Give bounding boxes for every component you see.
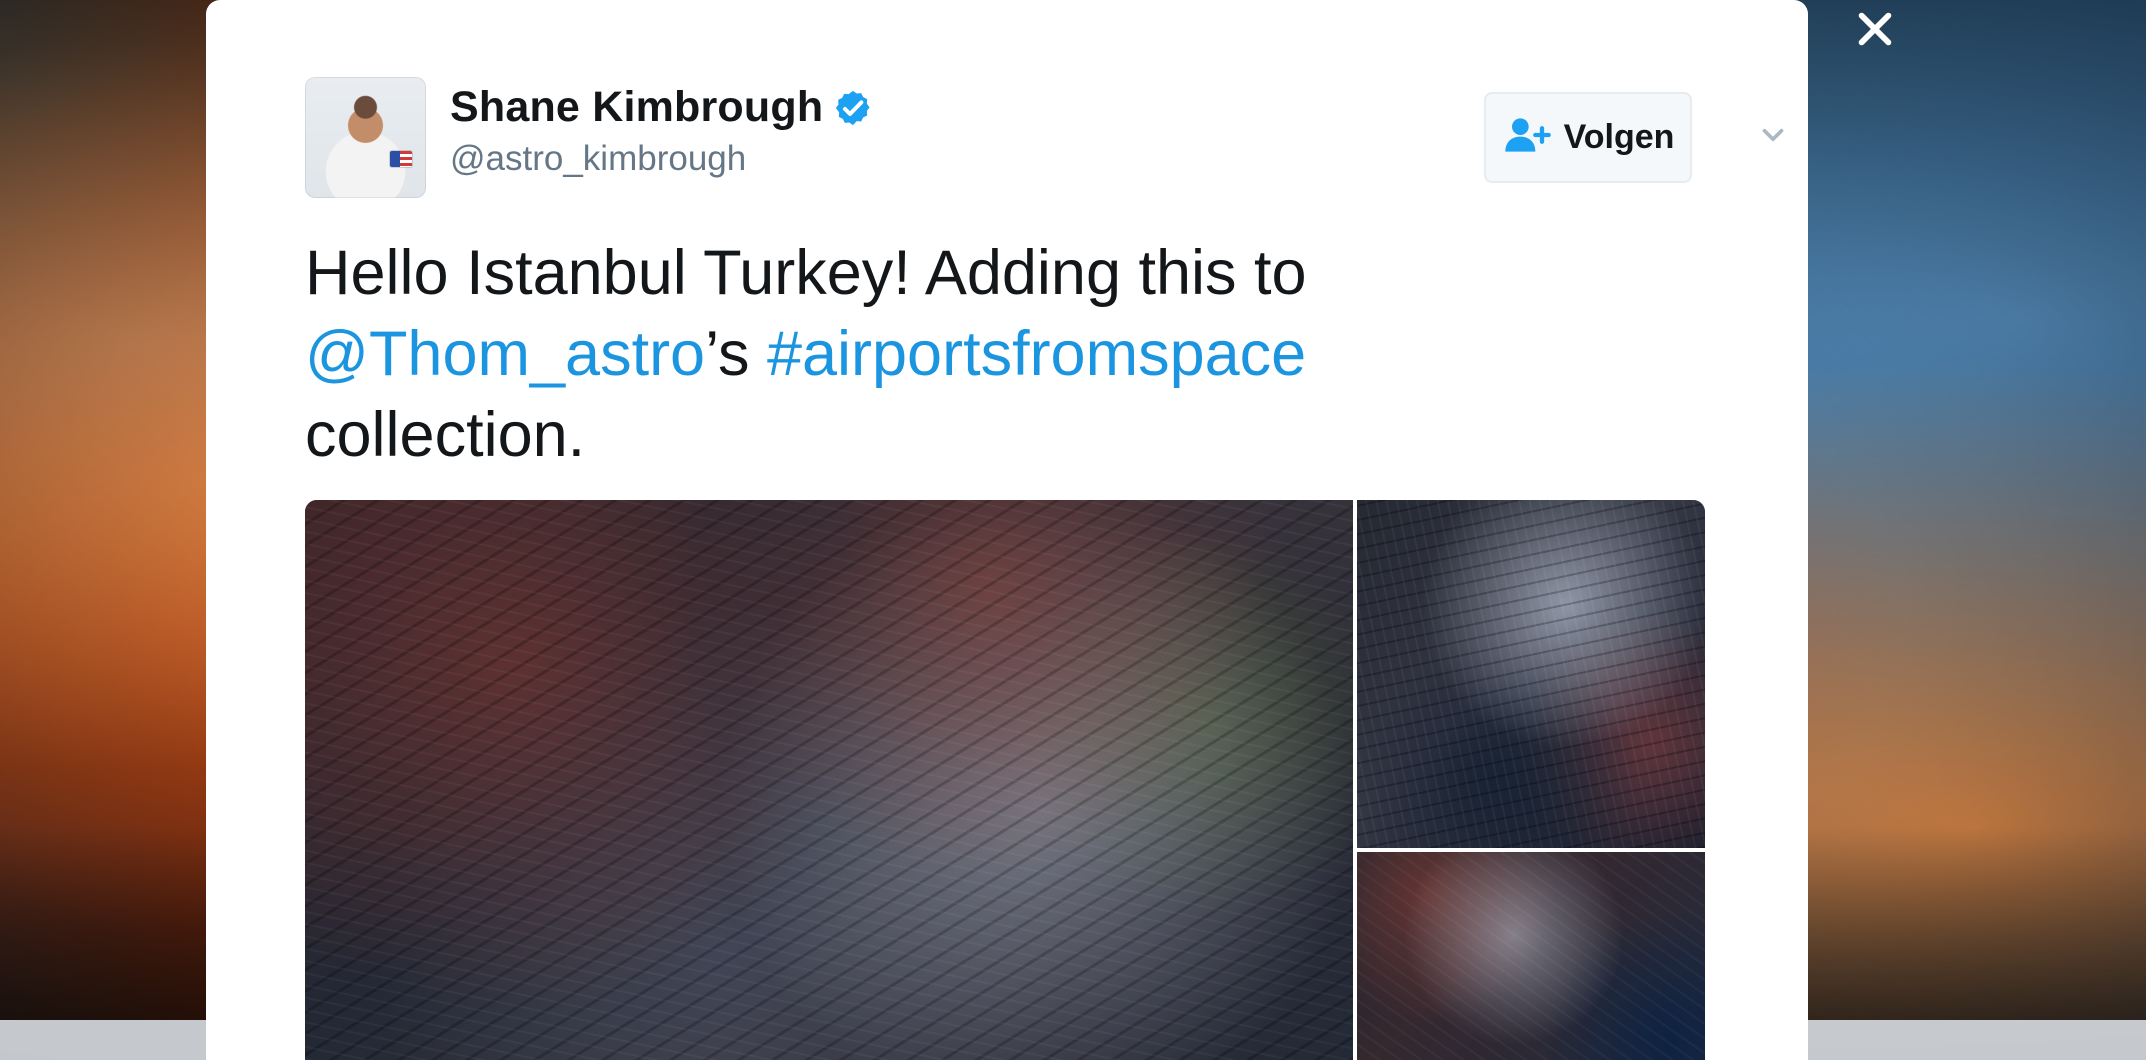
mention-link[interactable]: @Thom_astro: [305, 319, 705, 389]
avatar[interactable]: [305, 77, 426, 198]
tweet-media-grid: [305, 500, 1705, 1060]
more-options-button[interactable]: [1753, 115, 1793, 155]
tweet-text-after: collection.: [305, 400, 586, 470]
close-icon: [1858, 12, 1892, 46]
add-user-icon: [1502, 115, 1552, 160]
tweet-modal: Shane Kimbrough @astro_kimbrough Volgen: [206, 0, 1808, 1060]
follow-button[interactable]: Volgen: [1484, 92, 1692, 183]
tweet-text-before: Hello Istanbul Turkey! Adding this to: [305, 238, 1307, 308]
satellite-image-bottom-right[interactable]: [1357, 852, 1705, 1060]
tweet-header: Shane Kimbrough @astro_kimbrough Volgen: [305, 77, 1784, 201]
chevron-down-icon: [1762, 128, 1784, 142]
author-display-name[interactable]: Shane Kimbrough: [450, 83, 823, 132]
verified-badge-icon: [833, 88, 873, 128]
close-icon[interactable]: [1852, 6, 1898, 52]
satellite-image-main[interactable]: [305, 500, 1353, 1060]
satellite-image-top-right[interactable]: [1357, 500, 1705, 848]
author-handle[interactable]: @astro_kimbrough: [450, 139, 746, 179]
follow-button-label: Volgen: [1563, 118, 1675, 156]
hashtag-link[interactable]: #airportsfromspace: [767, 319, 1306, 389]
author-name-row: Shane Kimbrough: [450, 83, 873, 132]
tweet-text-possessive: ’s: [705, 319, 767, 389]
flag-patch-icon: [390, 151, 412, 167]
tweet-text: Hello Istanbul Turkey! Adding this to @T…: [305, 233, 1685, 476]
